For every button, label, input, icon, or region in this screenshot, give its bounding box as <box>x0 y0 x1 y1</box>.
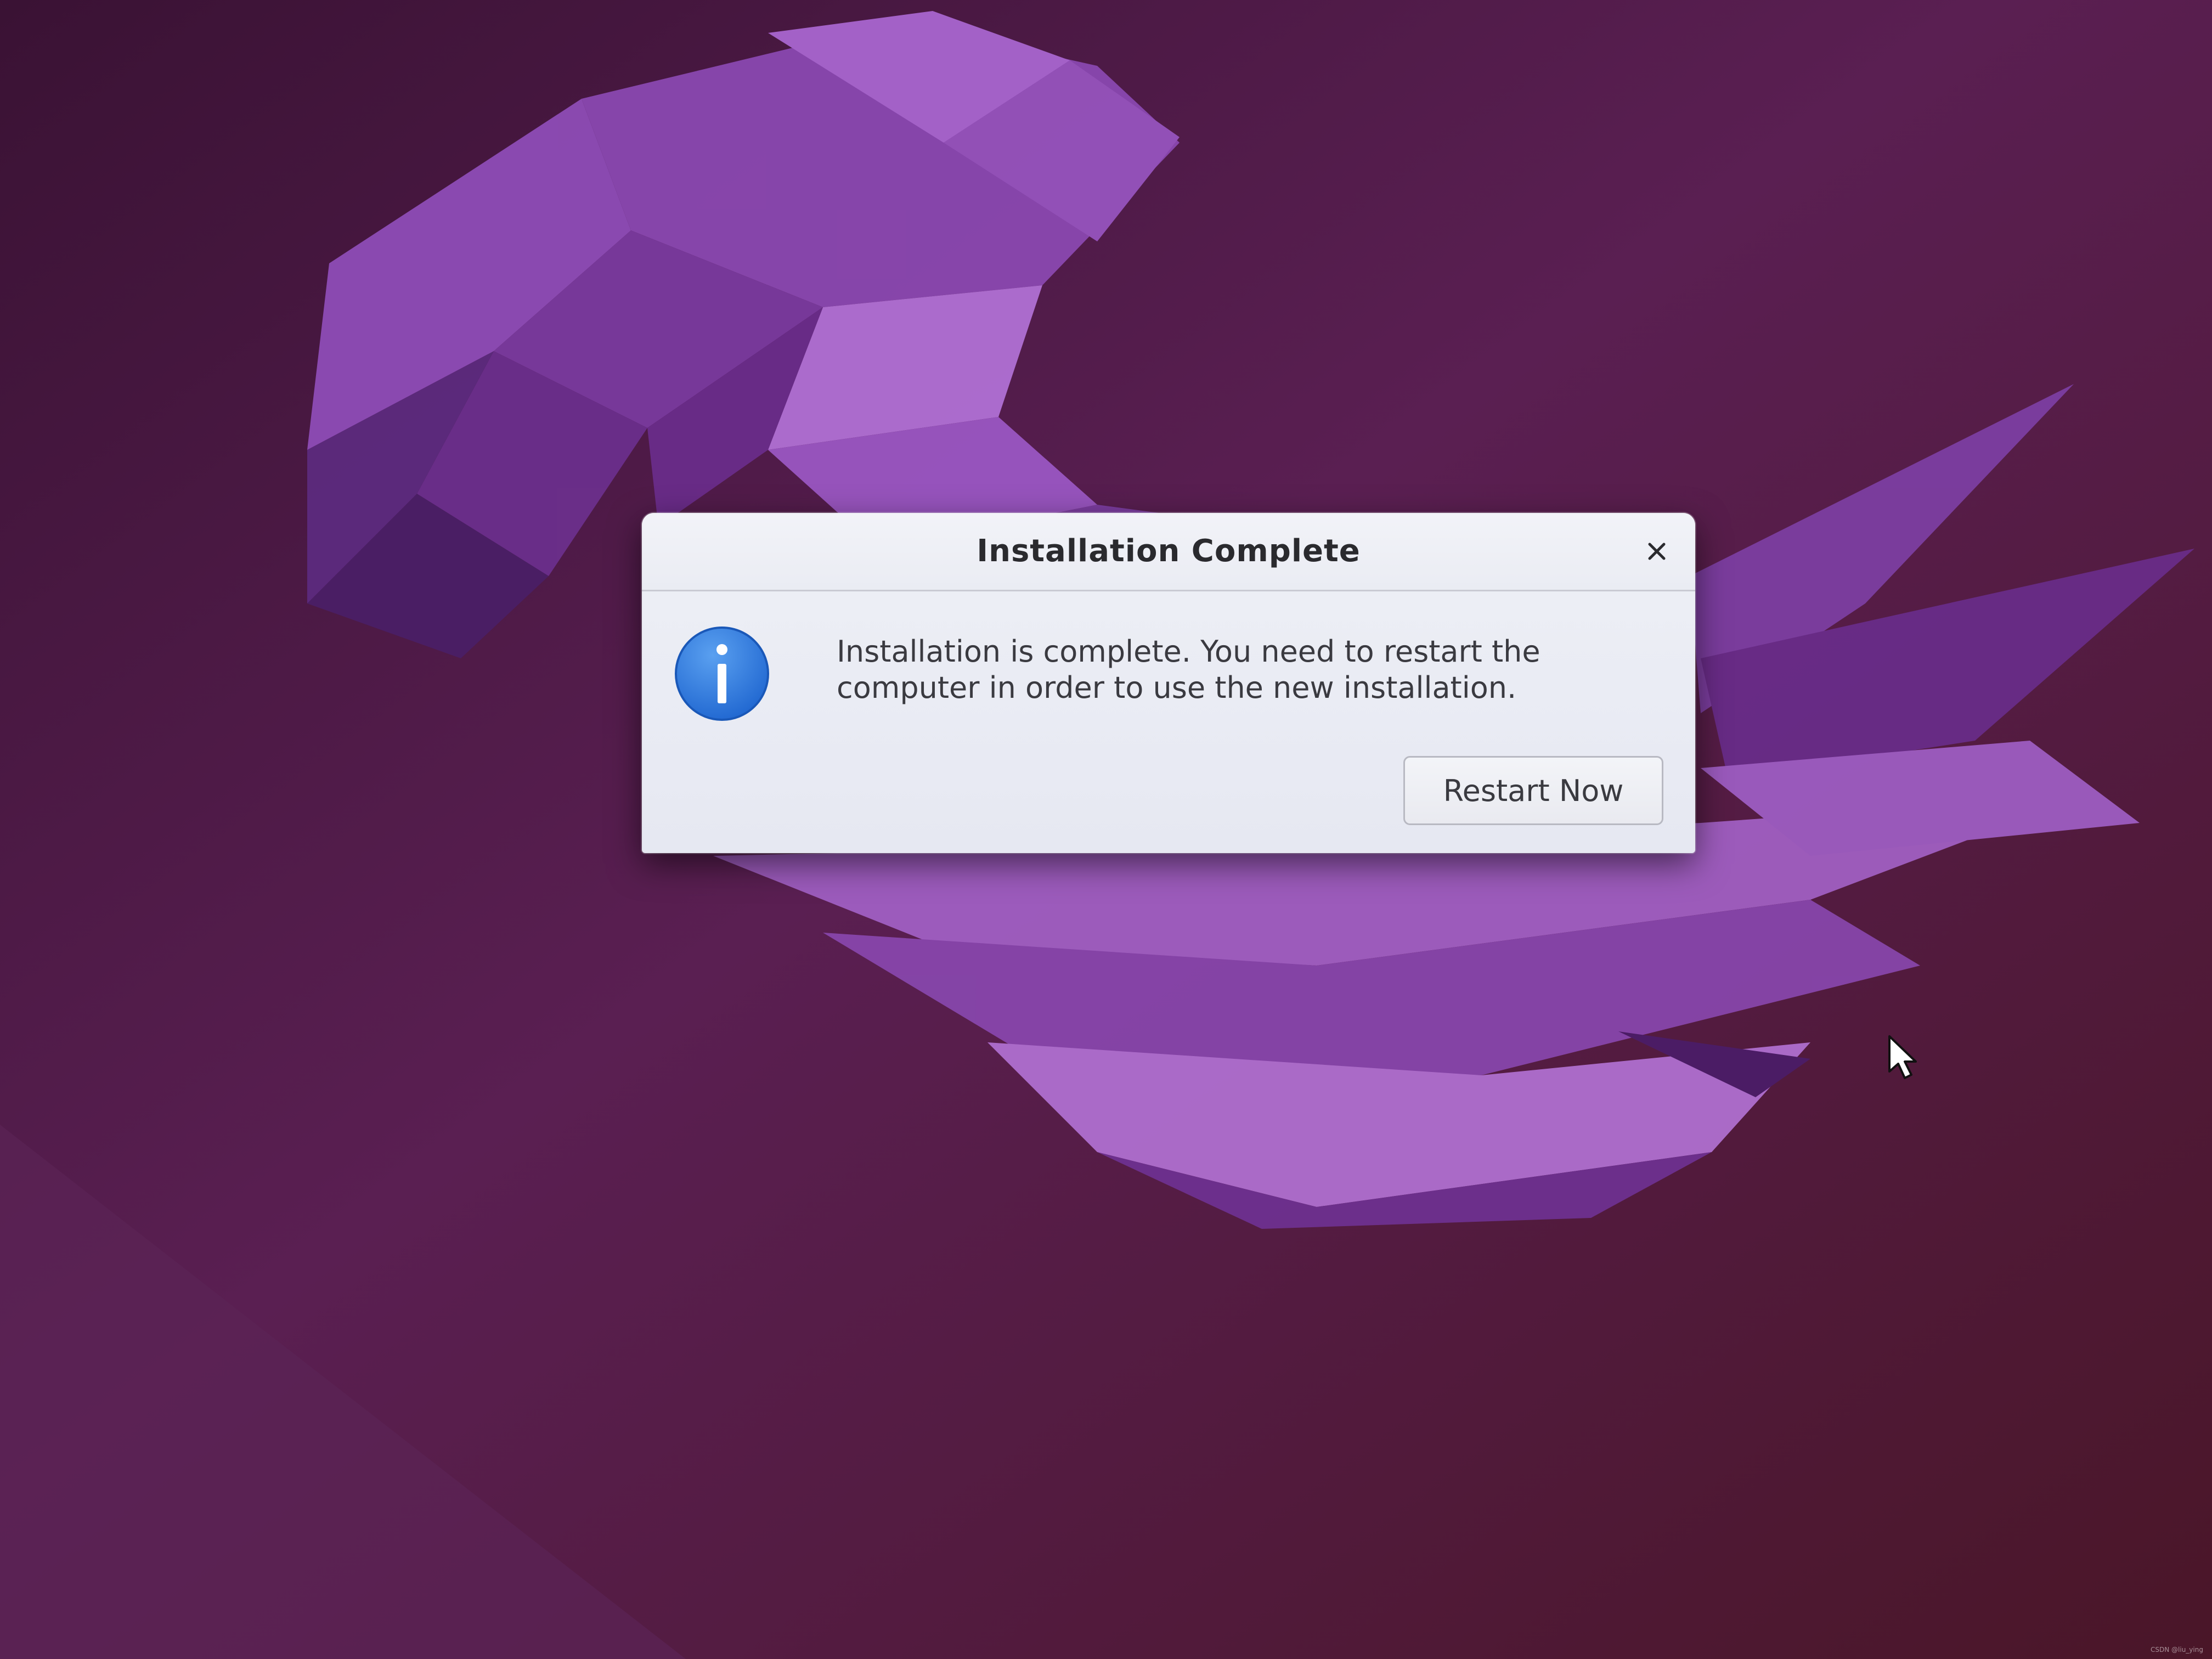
watermark: CSDN @liu_ying <box>2151 1646 2203 1654</box>
mouse-pointer-icon <box>1888 1035 1917 1079</box>
dialog-message: Installation is complete. You need to re… <box>837 634 1541 705</box>
dialog-title: Installation Complete <box>977 533 1361 569</box>
installation-complete-dialog: Installation Complete Installation is co… <box>642 513 1695 853</box>
info-icon <box>675 627 769 721</box>
close-icon <box>1648 543 1666 560</box>
dialog-titlebar: Installation Complete <box>642 513 1695 591</box>
close-button[interactable] <box>1640 535 1673 568</box>
restart-now-button[interactable]: Restart Now <box>1403 756 1663 825</box>
